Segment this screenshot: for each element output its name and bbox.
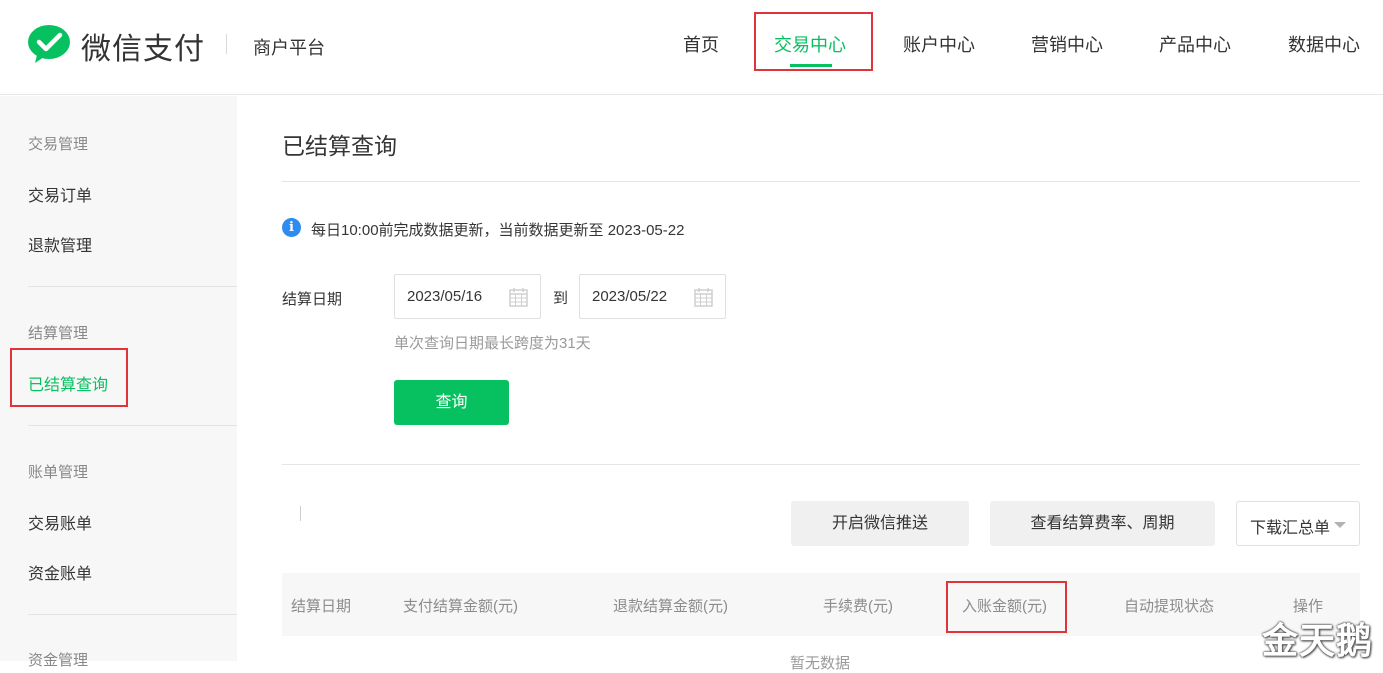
section-divider (282, 464, 1360, 465)
update-notice: 每日10:00前完成数据更新，当前数据更新至 2023-05-22 (311, 222, 685, 239)
top-header: 微信支付 商户平台 首页 交易中心 账户中心 营销中心 产品中心 数据中心 (0, 0, 1383, 95)
nav-active-indicator (790, 64, 832, 67)
nav-product-center[interactable]: 产品中心 (1159, 31, 1231, 57)
start-date-value: 2023/05/16 (407, 288, 483, 305)
view-settlement-rate-button[interactable]: 查看结算费率、周期 (990, 501, 1215, 546)
nav-account-center[interactable]: 账户中心 (903, 31, 975, 57)
column-refund-amount: 退款结算金额(元) (613, 598, 728, 615)
platform-name: 商户平台 (253, 38, 325, 58)
nav-data-center[interactable]: 数据中心 (1288, 31, 1360, 57)
nav-marketing-center[interactable]: 营销中心 (1031, 31, 1103, 57)
nav-home[interactable]: 首页 (683, 31, 719, 57)
wechat-pay-logo-icon[interactable] (27, 24, 71, 64)
sidebar-group-funds: 资金管理 (28, 652, 89, 669)
header-divider (226, 34, 227, 54)
sidebar-divider (28, 286, 237, 287)
download-summary-dropdown[interactable]: 下载汇总单 (1236, 501, 1360, 546)
sidebar-group-bills: 账单管理 (28, 464, 89, 481)
column-settlement-date: 结算日期 (291, 598, 352, 615)
sidebar-group-trade: 交易管理 (28, 136, 89, 153)
brand-name[interactable]: 微信支付 (81, 24, 205, 68)
toolbar-divider (300, 506, 301, 521)
settlement-date-label: 结算日期 (282, 291, 343, 308)
column-credited-amount: 入账金额(元) (962, 598, 1047, 615)
table-empty-text: 暂无数据 (790, 655, 851, 672)
end-date-input[interactable]: 2023/05/22 (579, 274, 726, 319)
download-summary-label: 下载汇总单 (1250, 520, 1331, 537)
watermark: 金天鹅 (1262, 620, 1374, 662)
enable-wechat-push-button[interactable]: 开启微信推送 (791, 501, 969, 546)
column-fee: 手续费(元) (823, 598, 893, 615)
sidebar-item-trade-bill[interactable]: 交易账单 (28, 510, 92, 534)
date-range-hint: 单次查询日期最长跨度为31天 (394, 335, 591, 352)
sidebar-divider (28, 614, 237, 615)
calendar-icon[interactable] (509, 288, 528, 307)
sidebar-item-trade-orders[interactable]: 交易订单 (28, 182, 92, 206)
sidebar-divider (28, 425, 237, 426)
column-auto-withdraw-status: 自动提现状态 (1124, 598, 1215, 615)
title-divider (282, 181, 1360, 182)
column-payment-amount: 支付结算金额(元) (403, 598, 518, 615)
info-icon: i (282, 218, 301, 237)
chevron-down-icon (1334, 522, 1346, 528)
end-date-value: 2023/05/22 (592, 288, 668, 305)
start-date-input[interactable]: 2023/05/16 (394, 274, 541, 319)
nav-trade-center[interactable]: 交易中心 (774, 31, 846, 57)
page-title: 已结算查询 (282, 133, 397, 159)
date-range-separator: 到 (553, 290, 569, 307)
sidebar-item-refund[interactable]: 退款管理 (28, 232, 92, 256)
sidebar: 交易管理 交易订单 退款管理 结算管理 已结算查询 账单管理 交易账单 资金账单… (0, 96, 237, 669)
sidebar-item-fund-bill[interactable]: 资金账单 (28, 560, 92, 584)
table-header: 结算日期 支付结算金额(元) 退款结算金额(元) 手续费(元) 入账金额(元) … (282, 573, 1360, 636)
query-button[interactable]: 查询 (394, 380, 509, 425)
sidebar-item-settled-query[interactable]: 已结算查询 (28, 371, 108, 395)
calendar-icon[interactable] (694, 288, 713, 307)
sidebar-group-settlement: 结算管理 (28, 325, 89, 342)
